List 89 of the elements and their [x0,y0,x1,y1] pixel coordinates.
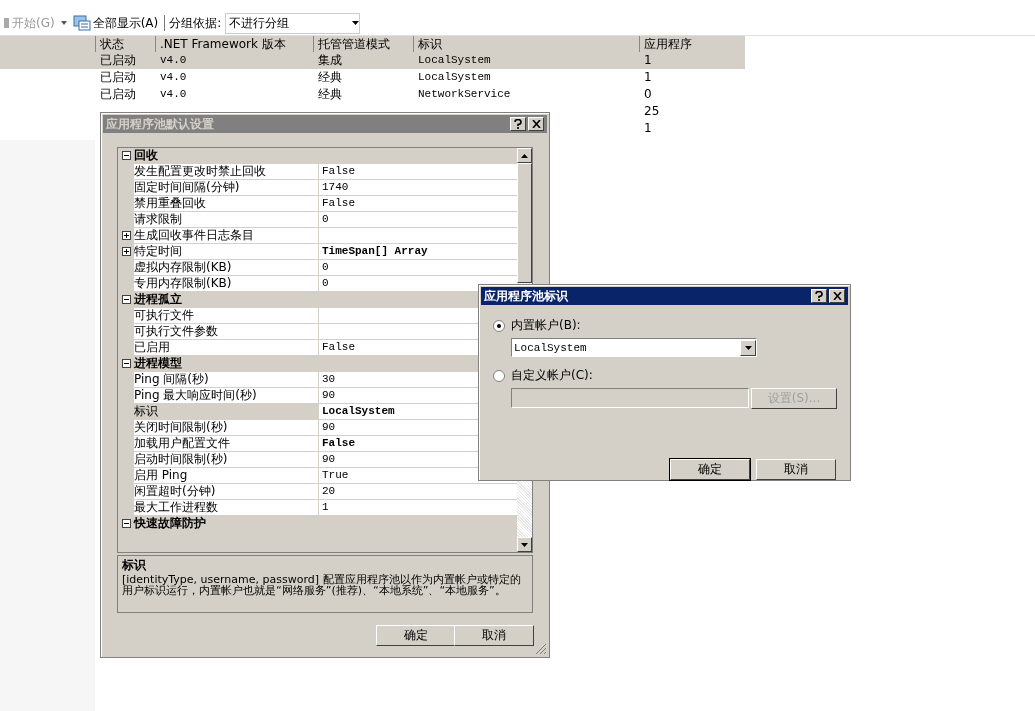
category-header[interactable]: 回收 [134,148,319,163]
property-name[interactable]: 请求限制 [134,212,319,227]
property-value[interactable]: 1740 [319,180,517,195]
radio-button[interactable] [493,319,505,332]
table-cell: 经典 [318,87,342,101]
property-name[interactable]: 启用 Ping [134,468,319,483]
ok-button[interactable]: 确定 [376,625,456,646]
resize-grip-icon[interactable] [535,643,547,655]
property-name[interactable]: 已启用 [134,340,319,355]
scroll-down-button[interactable] [517,537,532,552]
radio-button[interactable] [493,369,505,382]
caret-icon[interactable] [60,21,67,25]
property-value[interactable]: False [319,164,517,179]
table-cell: 已启动 [100,53,136,67]
property-name[interactable]: 特定时间 [134,244,319,259]
down-arrow-icon [521,542,528,547]
table-row[interactable]: 已启动 v4.0 集成 LocalSystem 1 [0,52,745,69]
table-cell: 已启动 [100,87,136,101]
minus-icon[interactable] [121,519,131,528]
up-arrow-icon [521,153,528,158]
property-name[interactable]: 生成回收事件日志条目 [134,228,319,243]
cancel-button[interactable]: 取消 [756,459,836,480]
account-dropdown[interactable]: LocalSystem [511,338,757,357]
help-button[interactable] [811,289,827,303]
plus-icon[interactable] [121,231,131,240]
radio-label[interactable]: 内置帐户(B): [511,317,581,334]
property-name[interactable]: 禁用重叠回收 [134,196,319,211]
property-value[interactable]: TimeSpan[] Array [319,244,517,259]
table-cell: v4.0 [160,88,187,100]
minus-icon[interactable] [121,295,131,304]
table-cell: 1 [644,70,652,84]
input-field[interactable] [511,388,749,408]
table-cell: v4.0 [160,54,187,66]
table-row[interactable]: 已启动 v4.0 经典 LocalSystem 1 [0,69,745,86]
question-mark-icon [815,291,823,301]
category-header[interactable]: 进程孤立 [134,292,319,307]
table-cell: 1 [644,53,652,67]
category-header[interactable]: 进程模型 [134,356,319,371]
property-value[interactable]: False [319,196,517,211]
property-name[interactable]: 加载用户配置文件 [134,436,319,451]
close-button[interactable] [528,117,544,131]
window-title: 应用程序池默认设置 [106,115,214,133]
property-name[interactable]: Ping 最大响应时间(秒) [134,388,319,403]
property-name[interactable]: 可执行文件 [134,308,319,323]
group-by-label: 分组依据: [169,14,222,32]
table-cell: LocalSystem [418,54,491,66]
scroll-thumb[interactable] [517,163,532,283]
table-cell: 集成 [318,53,342,67]
group-by-dropdown[interactable]: 不进行分组 [225,12,361,34]
cancel-button[interactable]: 取消 [454,625,534,646]
table-cell: v4.0 [160,71,187,83]
property-name[interactable]: 发生配置更改时禁止回收 [134,164,319,179]
caret-icon[interactable] [352,21,360,25]
down-arrow-icon [744,345,752,350]
table-cell: 25 [644,104,660,118]
help-button[interactable] [510,117,526,131]
table-cell: 0 [644,87,652,101]
scroll-up-button[interactable] [517,148,532,163]
table-cell: NetworkService [418,88,511,100]
question-mark-icon [514,119,522,129]
property-value[interactable]: 20 [319,484,517,499]
ok-button[interactable]: 确定 [670,459,750,480]
close-icon [531,120,541,128]
table-cell: LocalSystem [418,71,491,83]
windows-icon [72,15,91,31]
property-name[interactable]: 闲置超时(分钟) [134,484,319,499]
category-header[interactable]: 快速故障防护 [134,516,319,531]
property-name[interactable]: 固定时间间隔(分钟) [134,180,319,195]
property-name[interactable]: 启动时间限制(秒) [134,452,319,467]
plus-icon[interactable] [121,247,131,256]
description-title: 标识 [122,557,147,574]
property-name[interactable]: 关闭时间限制(秒) [134,420,319,435]
property-value[interactable]: 0 [319,212,517,227]
property-value[interactable]: 0 [319,260,517,275]
property-name[interactable]: 可执行文件参数 [134,324,319,339]
table-row[interactable]: 已启动 v4.0 经典 NetworkService 0 [0,86,745,103]
close-button[interactable] [829,289,845,303]
property-value[interactable]: 1 [319,500,517,515]
property-name[interactable]: 专用内存限制(KB) [134,276,319,291]
table-cell: 经典 [318,70,342,84]
description-text: [identityType, username, password] 配置应用程序池以作为内置帐户或特定的用户标识运行，内置帐户也就是“网络服务”(推荐)、“本地系统”、“本地服务”。 [122,574,522,596]
close-icon [832,292,842,300]
property-name[interactable]: 虚拟内存限制(KB) [134,260,319,275]
minus-icon[interactable] [121,151,131,160]
minus-icon[interactable] [121,359,131,368]
property-name[interactable]: Ping 间隔(秒) [134,372,319,387]
show-all-button[interactable]: 全部显示(A) [70,14,161,32]
table-cell: 已启动 [100,70,136,84]
property-name[interactable]: 最大工作进程数 [134,500,319,515]
